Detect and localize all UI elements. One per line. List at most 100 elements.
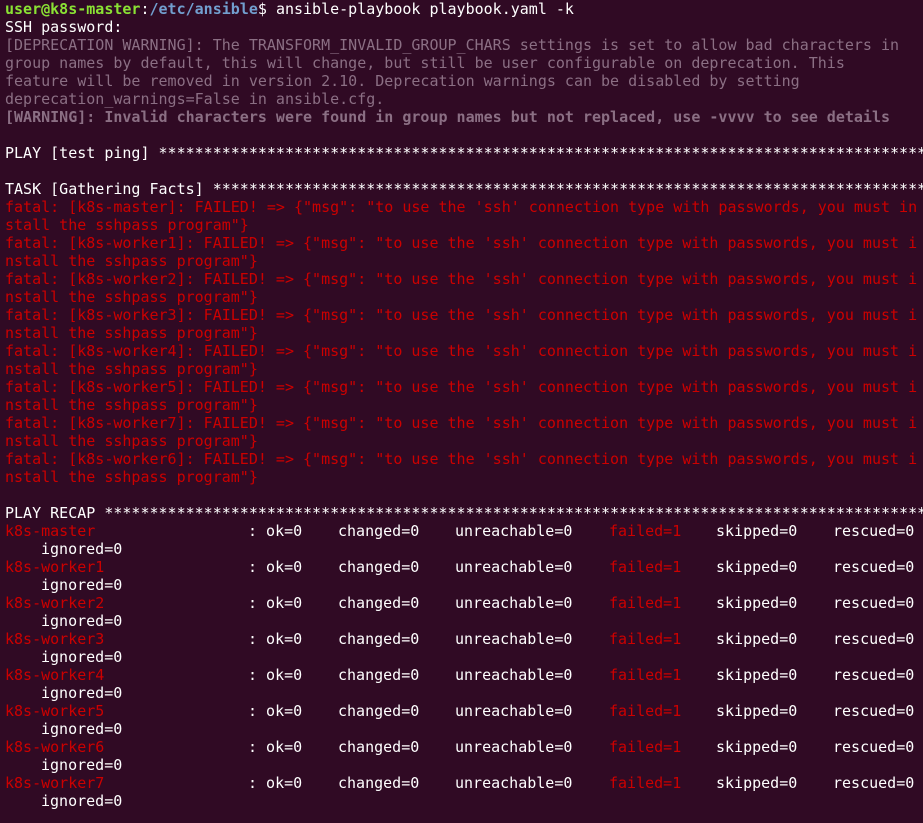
recap-host: k8s-worker3 — [5, 630, 105, 648]
recap-skipped: skipped=0 — [716, 522, 798, 540]
recap-host: k8s-master — [5, 522, 96, 540]
recap-ok: : ok=0 — [248, 630, 303, 648]
recap-host: k8s-worker5 — [5, 702, 105, 720]
recap-changed: changed=0 — [338, 666, 420, 684]
deprecation-warning-line: deprecation_warnings=False in ansible.cf… — [5, 90, 385, 108]
recap-unreachable: unreachable=0 — [455, 630, 573, 648]
recap-failed: failed=1 — [609, 738, 682, 756]
recap-host: k8s-worker1 — [5, 558, 105, 576]
deprecation-warning-line: group names by default, this will change… — [5, 54, 845, 72]
recap-failed: failed=1 — [609, 666, 682, 684]
recap-skipped: skipped=0 — [716, 666, 798, 684]
recap-failed: failed=1 — [609, 630, 682, 648]
recap-ok: : ok=0 — [248, 522, 303, 540]
recap-changed: changed=0 — [338, 522, 420, 540]
recap-rescued: rescued=0 — [833, 558, 915, 576]
recap-ok: : ok=0 — [248, 738, 303, 756]
recap-ok: : ok=0 — [248, 666, 303, 684]
recap-ok: : ok=0 — [248, 558, 303, 576]
recap-rescued: rescued=0 — [833, 522, 915, 540]
fatal-error-continuation: nstall the sshpass program"} — [5, 324, 258, 342]
recap-changed: changed=0 — [338, 594, 420, 612]
recap-row: k8s-master : ok=0 changed=0 unreachable=… — [5, 522, 923, 540]
recap-row: k8s-worker4 : ok=0 changed=0 unreachable… — [5, 666, 923, 684]
recap-unreachable: unreachable=0 — [455, 558, 573, 576]
recap-rescued: rescued=0 — [833, 630, 915, 648]
play-recap-header: PLAY RECAP *****************************… — [5, 504, 923, 522]
recap-rescued: rescued=0 — [833, 702, 915, 720]
recap-host: k8s-worker6 — [5, 738, 105, 756]
fatal-error-line: fatal: [k8s-worker6]: FAILED! => {"msg":… — [5, 450, 918, 468]
recap-failed: failed=1 — [609, 558, 682, 576]
recap-ignored: ignored=0 — [41, 792, 123, 810]
recap-row: k8s-worker1 : ok=0 changed=0 unreachable… — [5, 558, 923, 576]
fatal-error-continuation: nstall the sshpass program"} — [5, 432, 258, 450]
fatal-error-line: fatal: [k8s-worker4]: FAILED! => {"msg":… — [5, 342, 918, 360]
recap-row: k8s-worker7 : ok=0 changed=0 unreachable… — [5, 774, 923, 792]
recap-changed: changed=0 — [338, 774, 420, 792]
recap-host: k8s-worker4 — [5, 666, 105, 684]
recap-ignored: ignored=0 — [41, 540, 123, 558]
task-header: TASK [Gathering Facts] *****************… — [5, 180, 923, 198]
fatal-error-line: fatal: [k8s-worker3]: FAILED! => {"msg":… — [5, 306, 918, 324]
recap-failed: failed=1 — [609, 522, 682, 540]
recap-row: k8s-worker3 : ok=0 changed=0 unreachable… — [5, 630, 923, 648]
recap-ignored: ignored=0 — [41, 720, 123, 738]
fatal-error-continuation: nstall the sshpass program"} — [5, 360, 258, 378]
terminal-window[interactable]: user@k8s-master:/etc/ansible$ ansible-pl… — [0, 0, 923, 823]
recap-row: k8s-worker6 : ok=0 changed=0 unreachable… — [5, 738, 923, 756]
command-prompt-line: user@k8s-master:/etc/ansible$ ansible-pl… — [5, 0, 923, 18]
recap-ignored: ignored=0 — [41, 612, 123, 630]
recap-row: k8s-worker5 : ok=0 changed=0 unreachable… — [5, 702, 923, 720]
fatal-error-line: fatal: [k8s-worker7]: FAILED! => {"msg":… — [5, 414, 918, 432]
recap-ignored: ignored=0 — [41, 684, 123, 702]
recap-skipped: skipped=0 — [716, 702, 798, 720]
recap-changed: changed=0 — [338, 558, 420, 576]
fatal-error-continuation: nstall the sshpass program"} — [5, 252, 258, 270]
fatal-error-continuation: nstall the sshpass program"} — [5, 288, 258, 306]
recap-skipped: skipped=0 — [716, 738, 798, 756]
recap-skipped: skipped=0 — [716, 630, 798, 648]
recap-changed: changed=0 — [338, 738, 420, 756]
recap-rescued: rescued=0 — [833, 594, 915, 612]
recap-rescued: rescued=0 — [833, 666, 915, 684]
deprecation-warning-line: feature will be removed in version 2.10.… — [5, 72, 800, 90]
prompt-path: /etc/ansible — [149, 0, 258, 18]
recap-ok: : ok=0 — [248, 594, 303, 612]
prompt-dollar: $ — [257, 0, 276, 18]
recap-changed: changed=0 — [338, 702, 420, 720]
fatal-error-line: fatal: [k8s-worker5]: FAILED! => {"msg":… — [5, 378, 918, 396]
recap-rescued: rescued=0 — [833, 738, 915, 756]
recap-unreachable: unreachable=0 — [455, 522, 573, 540]
invalid-characters-warning: [WARNING]: Invalid characters were found… — [5, 108, 891, 126]
recap-unreachable: unreachable=0 — [455, 738, 573, 756]
recap-failed: failed=1 — [609, 594, 682, 612]
recap-skipped: skipped=0 — [716, 774, 798, 792]
recap-unreachable: unreachable=0 — [455, 774, 573, 792]
recap-ignored: ignored=0 — [41, 648, 123, 666]
command-text: ansible-playbook playbook.yaml -k — [275, 0, 574, 18]
recap-skipped: skipped=0 — [716, 558, 798, 576]
fatal-error-continuation: stall the sshpass program"} — [5, 216, 249, 234]
prompt-user-host: user@k8s-master — [5, 0, 141, 18]
recap-unreachable: unreachable=0 — [455, 666, 573, 684]
recap-host: k8s-worker2 — [5, 594, 105, 612]
fatal-error-line: fatal: [k8s-master]: FAILED! => {"msg": … — [5, 198, 918, 216]
recap-ok: : ok=0 — [248, 774, 303, 792]
recap-host: k8s-worker7 — [5, 774, 105, 792]
recap-skipped: skipped=0 — [716, 594, 798, 612]
recap-ok: : ok=0 — [248, 702, 303, 720]
recap-failed: failed=1 — [609, 702, 682, 720]
deprecation-warning-line: [DEPRECATION WARNING]: The TRANSFORM_INV… — [5, 36, 900, 54]
recap-rescued: rescued=0 — [833, 774, 915, 792]
recap-ignored: ignored=0 — [41, 576, 123, 594]
recap-unreachable: unreachable=0 — [455, 594, 573, 612]
recap-changed: changed=0 — [338, 630, 420, 648]
recap-ignored: ignored=0 — [41, 756, 123, 774]
recap-unreachable: unreachable=0 — [455, 702, 573, 720]
fatal-error-line: fatal: [k8s-worker2]: FAILED! => {"msg":… — [5, 270, 918, 288]
recap-failed: failed=1 — [609, 774, 682, 792]
